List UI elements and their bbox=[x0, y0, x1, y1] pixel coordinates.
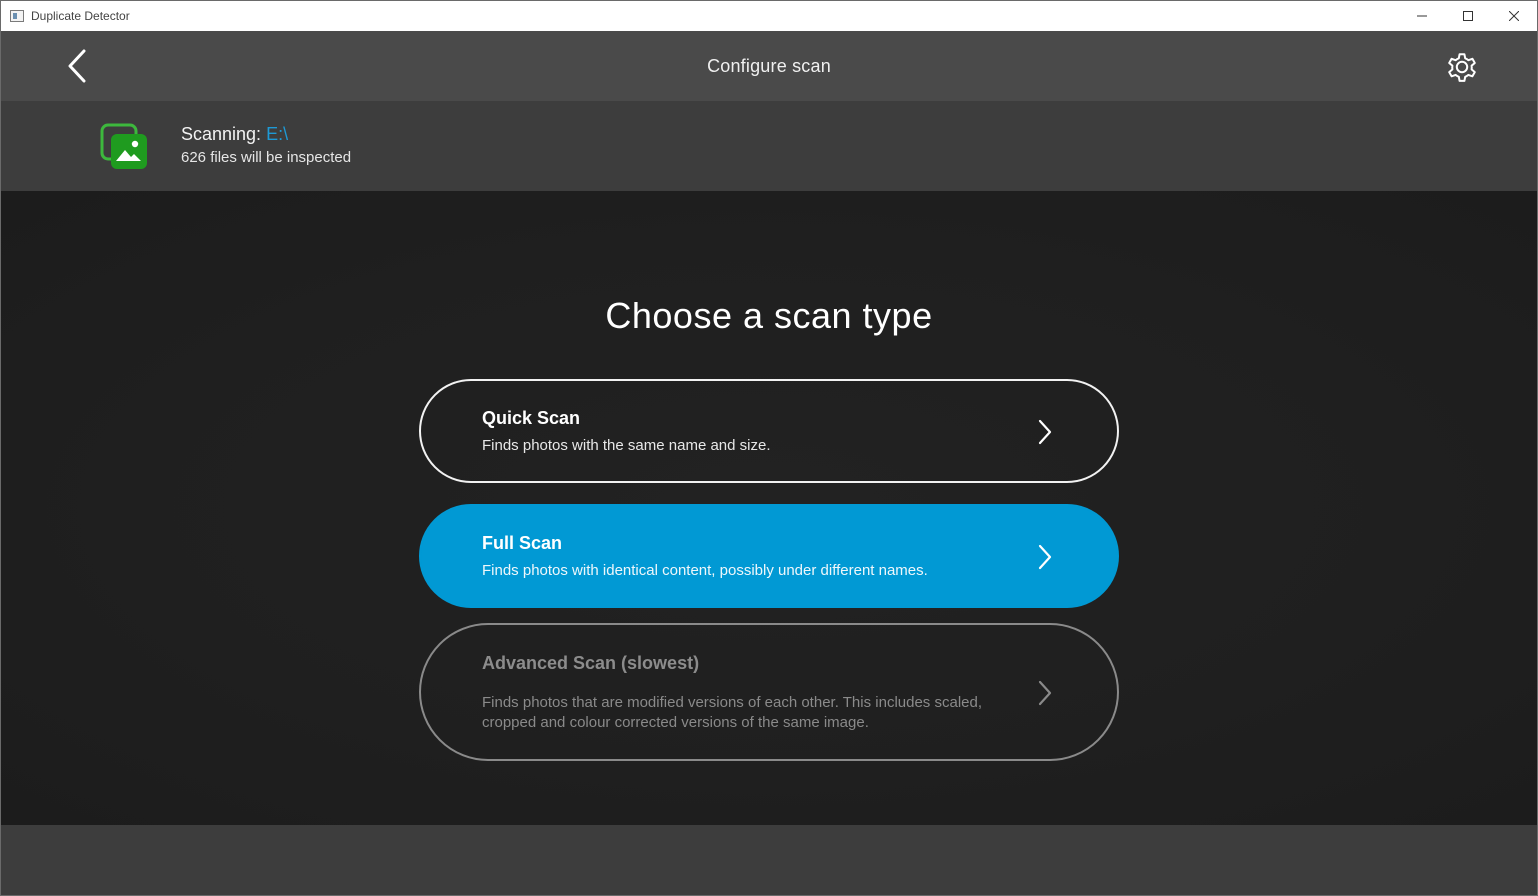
back-button[interactable] bbox=[59, 48, 95, 84]
minimize-icon bbox=[1417, 15, 1427, 17]
minimize-button[interactable] bbox=[1399, 1, 1445, 31]
scan-type-heading: Choose a scan type bbox=[605, 295, 933, 336]
main-content: Choose a scan type Quick Scan Finds phot… bbox=[1, 191, 1537, 825]
footer-bar bbox=[1, 825, 1537, 895]
chevron-right-icon bbox=[1038, 544, 1052, 570]
scan-summary: Scanning: E:\ 626 files will be inspecte… bbox=[181, 123, 351, 167]
maximize-button[interactable] bbox=[1445, 1, 1491, 31]
option-description: Finds photos with identical content, pos… bbox=[482, 562, 928, 579]
file-count-text: 626 files will be inspected bbox=[181, 149, 352, 166]
window-title: Duplicate Detector bbox=[31, 9, 130, 23]
settings-button[interactable] bbox=[1443, 48, 1481, 86]
chevron-right-icon bbox=[1038, 419, 1052, 445]
option-title: Quick Scan bbox=[482, 408, 581, 428]
maximize-icon bbox=[1463, 11, 1473, 21]
scanning-line: Scanning: E:\ bbox=[181, 123, 351, 145]
option-description: Finds photos with the same name and size… bbox=[482, 437, 771, 454]
scan-info-bar: Scanning: E:\ 626 files will be inspecte… bbox=[1, 101, 1537, 191]
app-window: Duplicate Detector Configure scan Scanni… bbox=[0, 0, 1538, 896]
window-controls bbox=[1399, 1, 1537, 31]
option-title: Advanced Scan (slowest) bbox=[482, 653, 700, 673]
page-header: Configure scan bbox=[1, 31, 1537, 101]
photo-stack-icon bbox=[100, 123, 147, 169]
full-scan-option[interactable]: Full Scan Finds photos with identical co… bbox=[419, 504, 1119, 608]
title-bar: Duplicate Detector bbox=[1, 1, 1537, 31]
option-description: Finds photos that are modified versions … bbox=[482, 694, 983, 731]
scanning-label: Scanning: bbox=[181, 124, 262, 144]
option-title: Full Scan bbox=[482, 533, 563, 553]
app-window-icon bbox=[10, 10, 24, 22]
gear-icon bbox=[1448, 53, 1476, 82]
close-button[interactable] bbox=[1491, 1, 1537, 31]
scanning-path: E:\ bbox=[266, 124, 289, 144]
chevron-left-icon bbox=[68, 49, 86, 83]
advanced-scan-option[interactable]: Advanced Scan (slowest) Finds photos tha… bbox=[419, 623, 1119, 761]
page-title: Configure scan bbox=[707, 55, 831, 76]
chevron-right-icon bbox=[1038, 680, 1052, 706]
close-icon bbox=[1509, 11, 1519, 21]
quick-scan-option[interactable]: Quick Scan Finds photos with the same na… bbox=[419, 379, 1119, 483]
